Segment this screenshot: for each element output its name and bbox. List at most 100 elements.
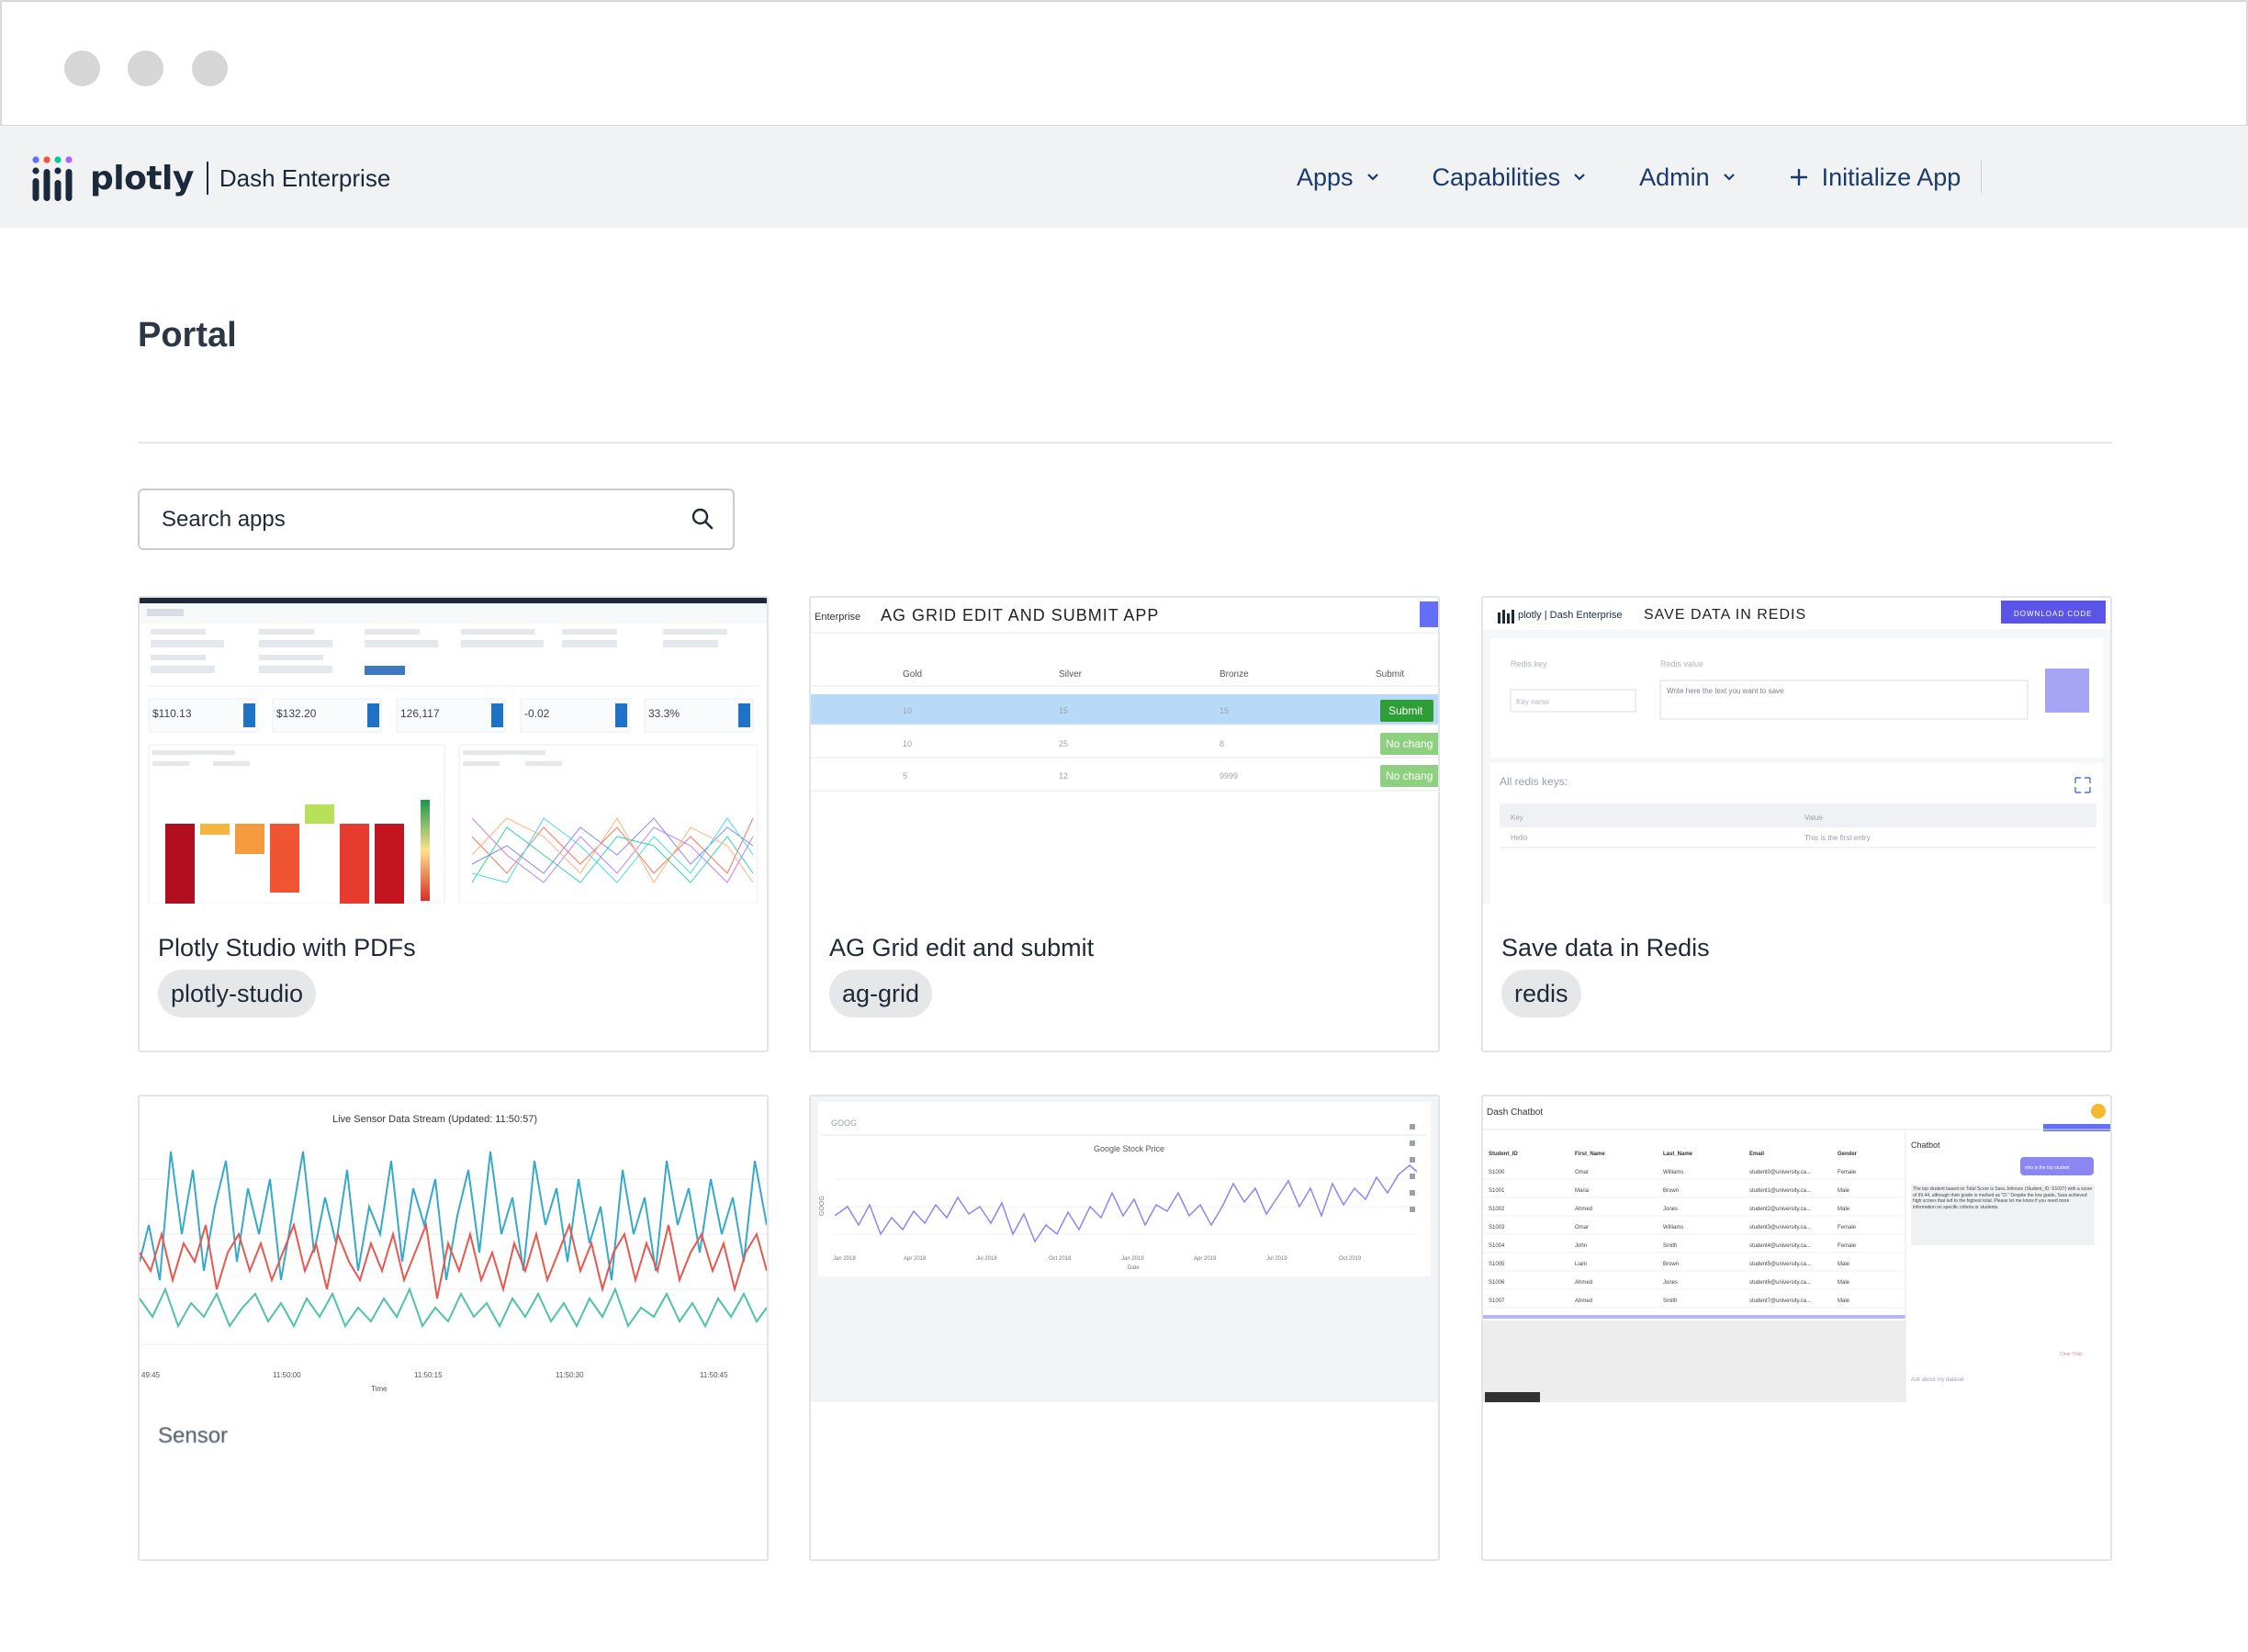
table-cell: Female xyxy=(1838,1225,1857,1231)
grid-column-header: Gold xyxy=(903,669,922,680)
chat-input: Ask about my dataset xyxy=(1911,1377,1964,1383)
table-cell: S1002 xyxy=(1489,1207,1505,1212)
table-cell: Ahmed xyxy=(1575,1280,1592,1286)
app-card-stock[interactable]: GOOG Google Stock Price GOOG Jan 2018 Ap… xyxy=(809,1095,1440,1561)
brand-logo[interactable]: plotly Dash Enterprise xyxy=(31,155,390,201)
kpi-value: -0.02 xyxy=(524,707,550,720)
redis-value-label: Redis value xyxy=(1660,659,1703,669)
table-cell: student3@university.ca... xyxy=(1749,1225,1811,1231)
table-cell: Male xyxy=(1838,1188,1850,1194)
table-cell: student1@university.ca... xyxy=(1749,1188,1811,1194)
x-tick: Apr 2018 xyxy=(904,1256,927,1262)
window-minimize-dot[interactable] xyxy=(128,51,163,86)
app-thumbnail: Dash Chatbot Student_ID First_Name Last_… xyxy=(1483,1096,2110,1402)
table-cell: student4@university.ca... xyxy=(1749,1243,1811,1249)
table-cell: S1000 xyxy=(1489,1170,1505,1175)
window-chrome xyxy=(0,0,2248,125)
app-card-ag-grid[interactable]: Enterprise AG GRID EDIT AND SUBMIT APP G… xyxy=(809,596,1440,1052)
app-card-redis[interactable]: plotly | Dash Enterprise SAVE DATA IN RE… xyxy=(1481,596,2112,1052)
preview-brand: Enterprise xyxy=(815,612,860,623)
search-input[interactable] xyxy=(162,490,676,548)
all-redis-keys-label: All redis keys: xyxy=(1500,775,1568,788)
stock-chart-preview: GOOG Google Stock Price GOOG Jan 2018 Ap… xyxy=(811,1096,1438,1402)
table-cell: S1005 xyxy=(1489,1262,1505,1267)
window-maximize-dot[interactable] xyxy=(192,51,228,86)
chevron-down-icon xyxy=(1723,174,1735,181)
table-cell: Omar xyxy=(1575,1225,1589,1231)
grid-cell: 15 xyxy=(1059,706,1068,715)
y-axis-label: GOOG xyxy=(819,1196,826,1216)
page-title: Portal xyxy=(138,316,237,354)
app-tag[interactable]: redis xyxy=(1501,970,1581,1017)
x-tick: 11:50:45 xyxy=(700,1371,728,1379)
grid-column-header: Bronze xyxy=(1220,669,1249,680)
chevron-down-icon xyxy=(1574,174,1585,181)
table-cell: Jones xyxy=(1663,1280,1678,1286)
grid-cell: 10 xyxy=(903,739,912,748)
nav-apps-label: Apps xyxy=(1297,163,1354,191)
app-card-title: Plotly Studio with PDFs xyxy=(158,934,416,961)
chat-user-message: who is the top student xyxy=(2025,1165,2070,1171)
nav-apps[interactable]: Apps xyxy=(1297,163,1379,192)
x-tick: 11:50:30 xyxy=(556,1371,584,1379)
table-cell: Male xyxy=(1838,1280,1850,1286)
table-cell: student6@university.ca... xyxy=(1749,1280,1811,1286)
grid-cell: 15 xyxy=(1220,706,1229,715)
grid-cell: 12 xyxy=(1059,771,1068,781)
app-tag[interactable]: ag-grid xyxy=(829,970,933,1017)
table-cell: S1003 xyxy=(1489,1225,1505,1231)
redis-value-input: Write here the text you want to save xyxy=(1667,687,1784,695)
kpi-value: $110.13 xyxy=(152,707,192,720)
chevron-down-icon xyxy=(1366,174,1378,181)
table-cell: Female xyxy=(1838,1243,1857,1249)
nav-capabilities[interactable]: Capabilities xyxy=(1433,163,1587,192)
grid-cell: 10 xyxy=(903,706,912,715)
table-cell: Ahmed xyxy=(1575,1298,1592,1304)
table-cell: S1004 xyxy=(1489,1243,1505,1249)
preview-brand: plotly | Dash Enterprise xyxy=(1518,610,1623,621)
app-card-chatbot[interactable]: Dash Chatbot Student_ID First_Name Last_… xyxy=(1481,1095,2112,1561)
nav-admin[interactable]: Admin xyxy=(1639,163,1736,192)
grid-cell: 9999 xyxy=(1220,771,1238,781)
table-header: Email xyxy=(1749,1152,1764,1157)
plotly-logo-icon xyxy=(32,156,73,201)
table-cell: Male xyxy=(1838,1262,1850,1267)
ticker-dropdown: GOOG xyxy=(831,1118,857,1128)
table-header: Last_Name xyxy=(1663,1152,1693,1157)
preview-heading: AG GRID EDIT AND SUBMIT APP xyxy=(881,606,1159,624)
table-cell: Male xyxy=(1838,1207,1850,1212)
grid-cell: 25 xyxy=(1059,739,1068,748)
nav-admin-label: Admin xyxy=(1639,163,1710,191)
plus-icon xyxy=(1790,169,1807,185)
table-cell: Female xyxy=(1838,1170,1857,1175)
table-header: First_Name xyxy=(1575,1152,1605,1157)
table-cell: Williams xyxy=(1663,1170,1683,1175)
chat-bot-message: The top student based on Total Score is … xyxy=(1913,1186,2093,1210)
initialize-app-button[interactable]: Initialize App xyxy=(1789,161,1983,194)
table-cell: Omar xyxy=(1575,1170,1589,1175)
app-thumbnail: Live Sensor Data Stream (Updated: 11:50:… xyxy=(140,1096,767,1402)
table-cell: Brown xyxy=(1663,1262,1679,1267)
table-cell: student2@university.ca... xyxy=(1749,1207,1811,1212)
window-close-dot[interactable] xyxy=(64,51,100,86)
table-cell: student5@university.ca... xyxy=(1749,1262,1811,1267)
app-card-sensor[interactable]: Live Sensor Data Stream (Updated: 11:50:… xyxy=(138,1095,769,1561)
x-tick: Jul 2019 xyxy=(1266,1256,1287,1262)
grid-cell: 5 xyxy=(903,771,907,781)
app-card-title: Save data in Redis xyxy=(1501,934,1710,961)
brand-product: Dash Enterprise xyxy=(219,163,391,192)
search-icon[interactable] xyxy=(691,507,714,531)
clear-chat-button: Clear Chat xyxy=(2060,1352,2083,1357)
chat-title: Chatbot xyxy=(1911,1141,1940,1150)
redis-preview: plotly | Dash Enterprise SAVE DATA IN RE… xyxy=(1483,598,2110,904)
x-tick: Oct 2019 xyxy=(1339,1256,1362,1262)
app-card-plotly-studio[interactable]: $110.13 $132.20 126,117 -0.02 33.3% Plot… xyxy=(138,596,769,1052)
chart-title: Google Stock Price xyxy=(1094,1144,1164,1153)
app-card-title: Sensor xyxy=(158,1423,229,1448)
table-cell: Jones xyxy=(1663,1207,1678,1212)
table-cell: John xyxy=(1575,1243,1587,1249)
brand-word: plotly xyxy=(90,159,194,197)
download-code-button: DOWNLOAD CODE xyxy=(2014,610,2092,618)
app-tag[interactable]: plotly-studio xyxy=(158,970,317,1017)
grid-nochange-button: No chang xyxy=(1386,737,1433,750)
